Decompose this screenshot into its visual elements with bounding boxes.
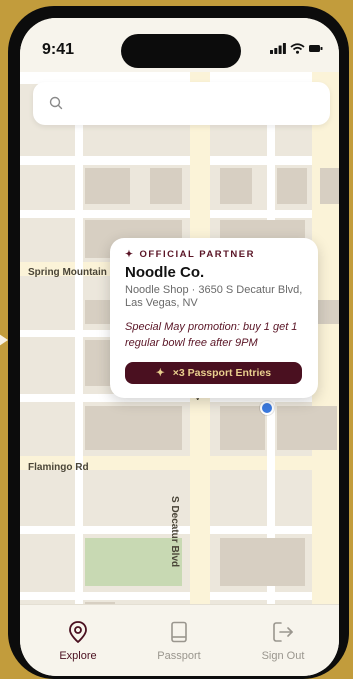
passport-entries-button[interactable]: ✦ ×3 Passport Entries bbox=[125, 362, 302, 384]
cellular-signal-icon bbox=[270, 43, 286, 54]
map-pin-icon bbox=[69, 621, 87, 643]
battery-icon bbox=[309, 45, 323, 52]
book-icon bbox=[171, 621, 187, 643]
tab-label-explore: Explore bbox=[59, 650, 97, 662]
tab-sign-out[interactable]: Sign Out bbox=[243, 605, 323, 669]
search-input[interactable] bbox=[73, 82, 313, 125]
street-label-flamingo: Flamingo Rd bbox=[28, 462, 89, 473]
tab-explore[interactable]: Explore bbox=[38, 605, 118, 669]
status-time: 9:41 bbox=[42, 41, 75, 58]
passport-entries-label: ×3 Passport Entries bbox=[172, 367, 272, 379]
badge-text: OFFICIAL PARTNER bbox=[139, 249, 255, 260]
phone-frame: 9:41 Spring Mountain Flamingo Rd S Decat… bbox=[8, 6, 349, 679]
street-label-spring-mountain: Spring Mountain bbox=[28, 267, 107, 278]
status-bar: 9:41 bbox=[20, 18, 339, 72]
promotion-text: Special May promotion: buy 1 get 1 regul… bbox=[125, 321, 298, 349]
app-screen: 9:41 Spring Mountain Flamingo Rd S Decat… bbox=[20, 18, 339, 676]
partner-name: Noodle Co. bbox=[125, 264, 205, 281]
search-bar[interactable] bbox=[33, 82, 330, 125]
tab-passport[interactable]: Passport bbox=[139, 605, 219, 669]
sparkle-icon: ✦ bbox=[125, 249, 135, 260]
sparkle-icon: ✦ bbox=[155, 367, 165, 379]
wifi-icon bbox=[290, 43, 305, 54]
tab-label-sign-out: Sign Out bbox=[261, 650, 305, 662]
tab-label-passport: Passport bbox=[157, 650, 201, 662]
search-icon bbox=[49, 96, 63, 110]
sign-out-icon bbox=[273, 622, 293, 642]
partner-address: Noodle Shop · 3650 S Decatur Blvd, Las V… bbox=[125, 284, 303, 309]
official-partner-badge: ✦ OFFICIAL PARTNER bbox=[125, 249, 303, 260]
status-icons bbox=[270, 43, 323, 54]
user-location-marker bbox=[260, 401, 274, 415]
dynamic-island bbox=[121, 34, 241, 68]
street-label-decatur: S Decatur Blvd bbox=[169, 496, 180, 568]
bottom-tab-bar: Explore Passport Sign Out bbox=[20, 604, 339, 676]
partner-popup-card[interactable]: ✦ OFFICIAL PARTNER Noodle Co. Noodle Sho… bbox=[110, 238, 318, 398]
